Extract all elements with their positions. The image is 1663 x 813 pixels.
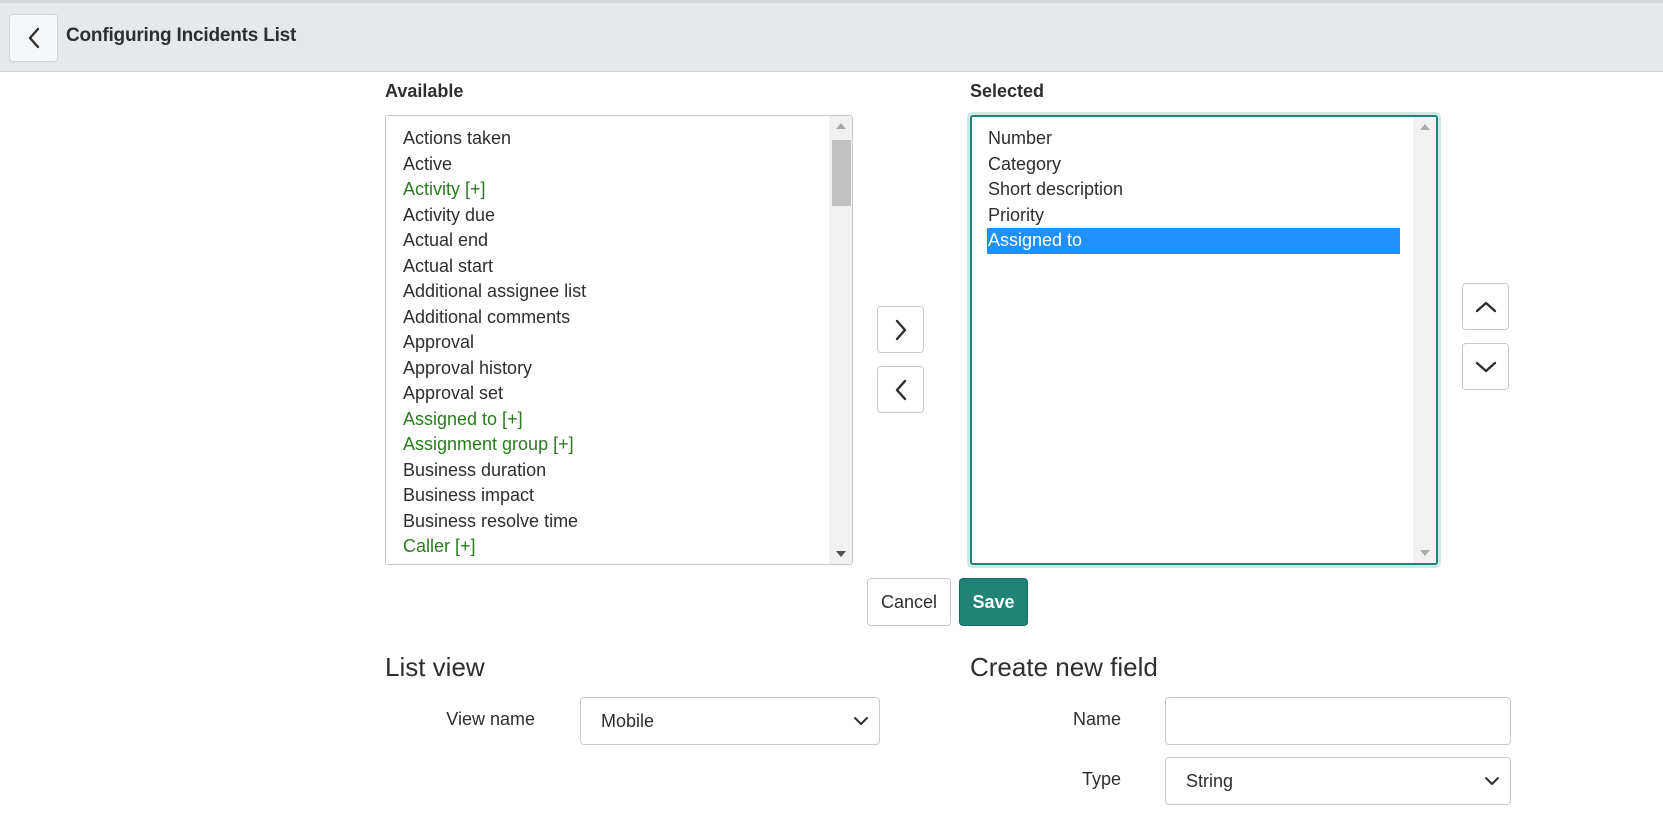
move-up-button[interactable]: [1462, 283, 1509, 330]
selected-list-item[interactable]: Number: [987, 126, 1400, 152]
selected-list-item[interactable]: Priority: [987, 203, 1400, 229]
chevron-left-icon: [28, 27, 39, 49]
selected-label: Selected: [970, 81, 1045, 101]
available-list-item[interactable]: Caller [+]: [402, 534, 822, 560]
selected-list-item[interactable]: Assigned to: [987, 228, 1400, 254]
back-button[interactable]: [9, 14, 58, 62]
available-items: Actions taken Active Activity [+] Activity …: [402, 126, 822, 560]
scroll-down-arrow-icon[interactable]: [1413, 543, 1436, 563]
available-list-item[interactable]: Business duration: [402, 458, 822, 484]
available-list-item[interactable]: Additional assignee list: [402, 279, 822, 305]
available-list-item[interactable]: Business impact: [402, 483, 822, 509]
selected-scrollbar[interactable]: [1413, 117, 1436, 563]
chevron-left-icon: [895, 379, 906, 400]
selected-listbox[interactable]: Number Category Short description Priority A…: [970, 115, 1438, 565]
view-name-select[interactable]: Mobile: [580, 697, 880, 745]
available-list-item[interactable]: Activity due: [402, 203, 822, 229]
type-value: String: [1186, 770, 1234, 791]
scroll-down-arrow-icon[interactable]: [829, 544, 852, 564]
name-label: Name: [1072, 709, 1121, 729]
available-list-item[interactable]: Activity [+]: [402, 177, 822, 203]
chevron-down-icon: [1485, 777, 1499, 785]
type-label: Type: [1081, 769, 1121, 789]
available-list-item[interactable]: Assigned to [+]: [402, 407, 822, 433]
available-list-item[interactable]: Additional comments: [402, 305, 822, 331]
scrollbar-thumb[interactable]: [832, 140, 851, 206]
page-title: Configuring Incidents List: [66, 25, 297, 46]
available-listbox[interactable]: Actions taken Active Activity [+] Activity …: [385, 115, 853, 565]
name-input[interactable]: [1165, 697, 1511, 745]
move-down-button[interactable]: [1462, 343, 1509, 390]
selected-list-item[interactable]: Short description: [987, 177, 1400, 203]
list-view-title: List view: [385, 652, 485, 682]
chevron-right-icon: [895, 319, 906, 340]
cancel-button[interactable]: Cancel: [867, 578, 951, 626]
available-list-item[interactable]: Approval set: [402, 381, 822, 407]
remove-from-selected-button[interactable]: [877, 366, 924, 413]
view-name-label: View name: [446, 709, 535, 729]
chevron-up-icon: [1475, 301, 1496, 312]
available-label: Available: [385, 81, 464, 101]
create-new-field-title: Create new field: [970, 652, 1158, 682]
view-name-value: Mobile: [601, 710, 655, 731]
available-list-item[interactable]: Actual end: [402, 228, 822, 254]
selected-list-item[interactable]: Category: [987, 152, 1400, 178]
chevron-down-icon: [1475, 361, 1496, 372]
available-list-item[interactable]: Approval history: [402, 356, 822, 382]
scroll-up-arrow-icon[interactable]: [1413, 117, 1436, 137]
available-list-item[interactable]: Approval: [402, 330, 822, 356]
available-list-item[interactable]: Business resolve time: [402, 509, 822, 535]
available-scrollbar[interactable]: [829, 116, 852, 564]
chevron-down-icon: [854, 717, 868, 725]
page-header: Configuring Incidents List: [0, 0, 1663, 72]
available-list-item[interactable]: Actual start: [402, 254, 822, 280]
selected-items: Number Category Short description Priority A…: [987, 126, 1400, 254]
add-to-selected-button[interactable]: [877, 306, 924, 353]
available-list-item[interactable]: Assignment group [+]: [402, 432, 822, 458]
available-list-item[interactable]: Active: [402, 152, 822, 178]
scroll-up-arrow-icon[interactable]: [829, 116, 852, 136]
save-button[interactable]: Save: [959, 578, 1028, 626]
available-list-item[interactable]: Actions taken: [402, 126, 822, 152]
type-select[interactable]: String: [1165, 757, 1511, 805]
